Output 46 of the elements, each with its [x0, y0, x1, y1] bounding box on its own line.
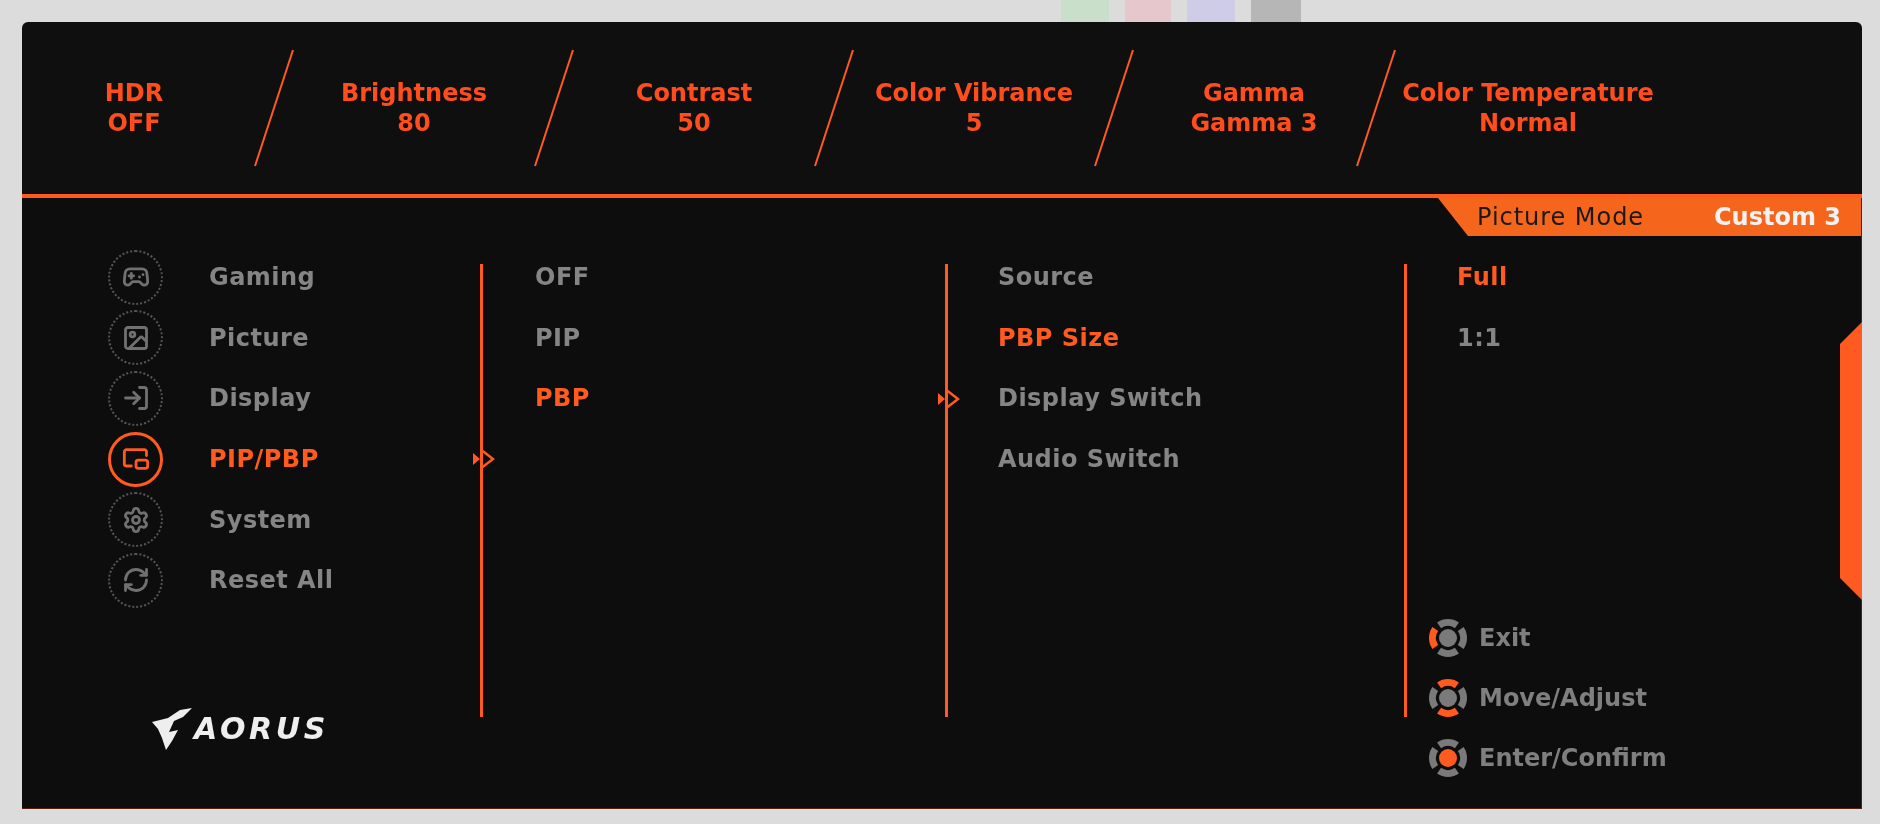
- menu-item[interactable]: Picture: [108, 310, 310, 366]
- picture-mode-value: Custom 3: [1714, 202, 1841, 233]
- joystick-icon: [1428, 678, 1468, 718]
- option-item[interactable]: Source: [998, 259, 1095, 296]
- joystick-icon: [1428, 738, 1468, 778]
- eagle-logo-icon: [152, 707, 192, 750]
- legend-label: Exit: [1479, 623, 1531, 654]
- option-item[interactable]: Audio Switch: [998, 441, 1181, 478]
- picture-mode-label: Picture Mode: [1477, 202, 1645, 233]
- submenu-item[interactable]: PBP: [535, 380, 590, 417]
- setting-label: Color Vibrance: [874, 78, 1074, 108]
- value-item[interactable]: Full: [1457, 259, 1508, 296]
- setting-label: HDR: [104, 78, 164, 108]
- picture-in-picture-icon: [108, 431, 163, 487]
- setting-label: Brightness: [341, 78, 487, 108]
- setting-value: 5: [965, 108, 983, 138]
- settings-icon: [108, 492, 163, 548]
- setting-value: OFF: [107, 108, 161, 138]
- menu-item[interactable]: Gaming: [108, 249, 316, 305]
- legend-label: Move/Adjust: [1479, 683, 1647, 714]
- joystick-icon: [1428, 618, 1468, 658]
- menu-item[interactable]: Display: [108, 371, 312, 426]
- screen-tile: [1125, 0, 1171, 22]
- screen-tile: [1061, 0, 1109, 22]
- option-item[interactable]: Display Switch: [998, 380, 1203, 417]
- menu-item[interactable]: Reset All: [108, 552, 334, 608]
- logo-wordmark: AORUS: [194, 713, 329, 744]
- setting-value: Normal: [1479, 108, 1577, 138]
- value-item[interactable]: 1:1: [1457, 319, 1502, 356]
- submenu-item[interactable]: PIP: [535, 319, 581, 356]
- menu-item[interactable]: PIP/PBP: [108, 431, 319, 487]
- setting-label: Color Temperature: [1402, 78, 1654, 108]
- legend-label: Enter/Confirm: [1479, 743, 1667, 774]
- setting-label: Gamma: [1202, 78, 1306, 108]
- menu-item[interactable]: System: [108, 492, 312, 548]
- setting-value: 50: [677, 108, 711, 138]
- setting-value: Gamma 3: [1190, 108, 1318, 138]
- submenu-item[interactable]: OFF: [535, 259, 590, 296]
- image-icon: [108, 310, 163, 366]
- screen-tile: [1251, 0, 1301, 22]
- setting-value: 80: [397, 108, 431, 138]
- gamepad-icon: [108, 249, 163, 305]
- refresh-arrows-icon: [108, 552, 163, 608]
- setting-label: Contrast: [635, 78, 753, 108]
- option-item[interactable]: PBP Size: [998, 319, 1120, 356]
- screen-tile: [1187, 0, 1235, 22]
